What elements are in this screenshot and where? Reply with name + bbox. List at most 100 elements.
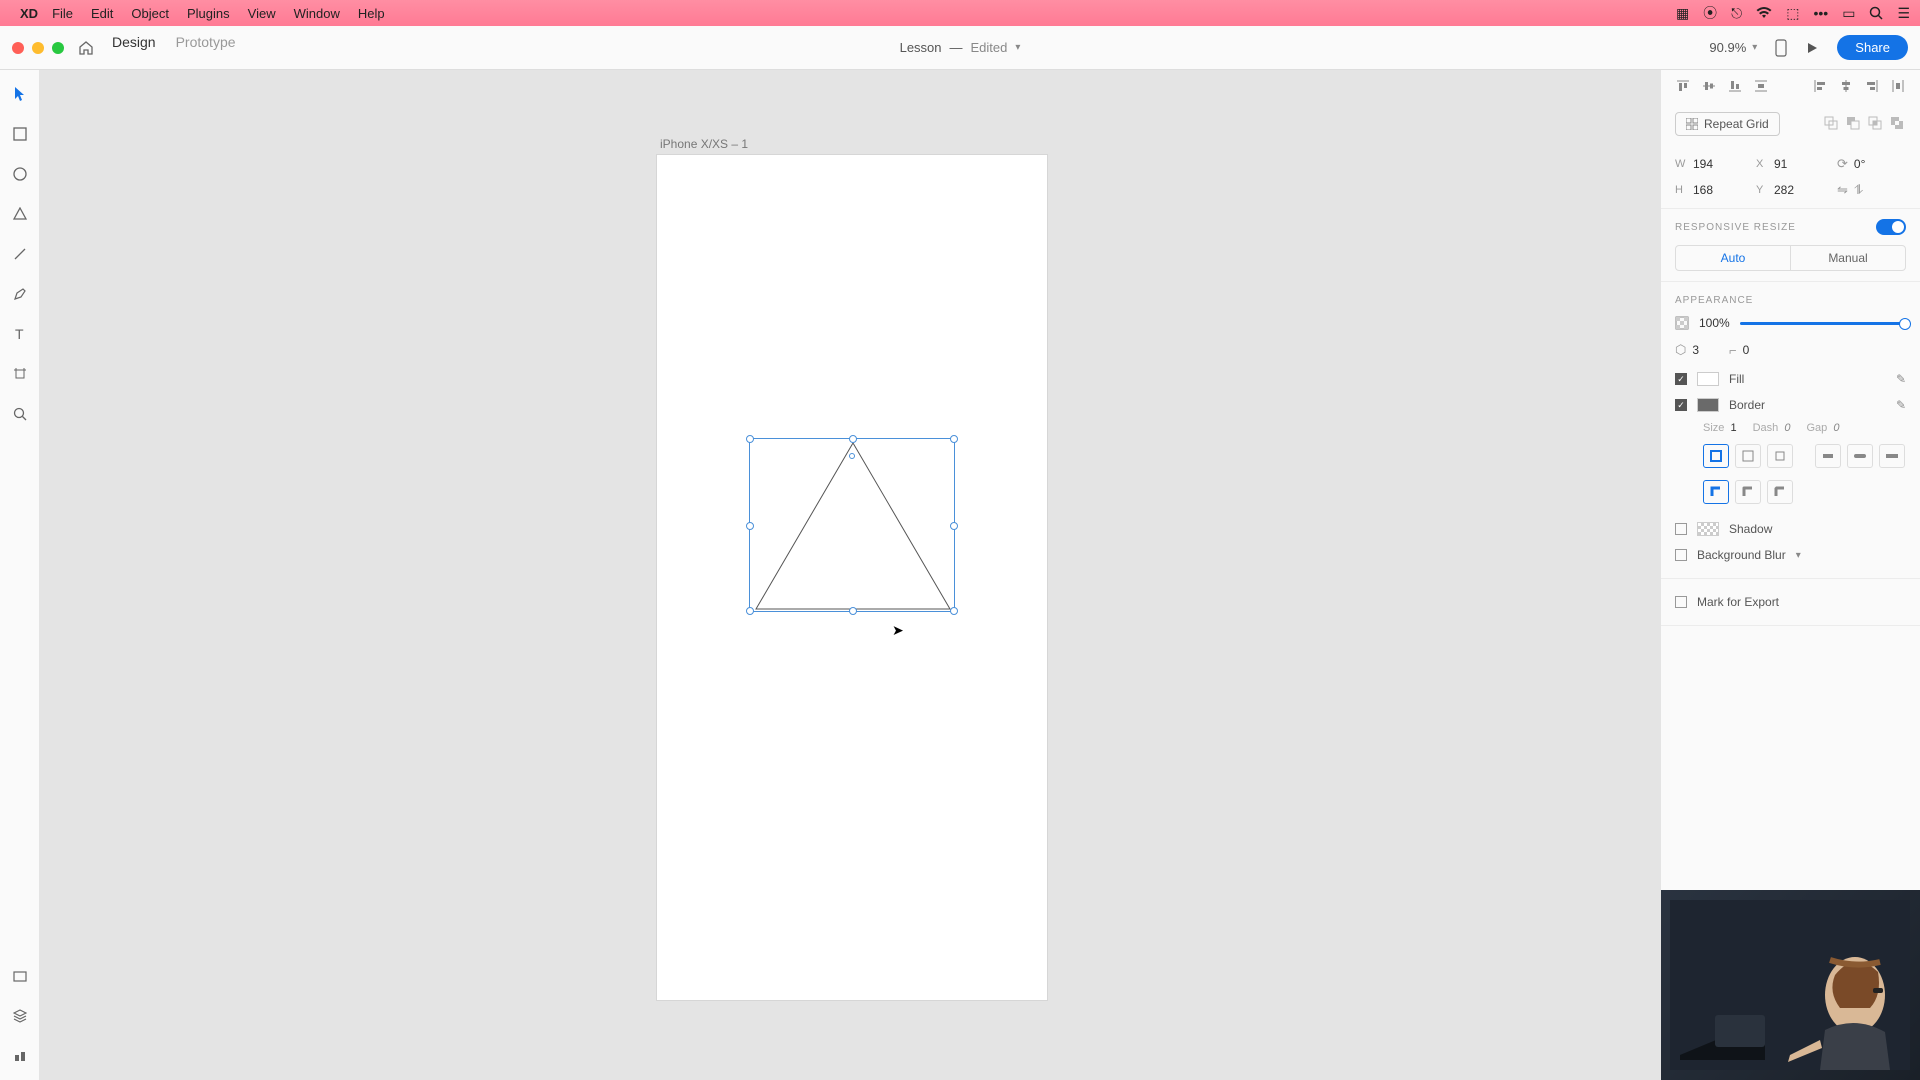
eyedropper-icon[interactable]: ✎ [1896, 398, 1906, 412]
rectangle-tool[interactable] [10, 124, 30, 144]
align-bottom-icon[interactable] [1727, 78, 1743, 94]
zoom-tool[interactable] [10, 404, 30, 424]
menu-file[interactable]: File [52, 6, 73, 21]
menu-icon[interactable]: ☰ [1897, 5, 1910, 22]
export-checkbox[interactable] [1675, 596, 1687, 608]
menu-object[interactable]: Object [131, 6, 169, 21]
boolean-subtract-icon[interactable] [1846, 116, 1862, 132]
repeat-grid-button[interactable]: Repeat Grid [1675, 112, 1780, 136]
fill-checkbox[interactable]: ✓ [1675, 373, 1687, 385]
shadow-swatch[interactable] [1697, 522, 1719, 536]
border-swatch[interactable] [1697, 398, 1719, 412]
status-icon[interactable]: ▦ [1676, 5, 1689, 22]
canvas[interactable]: iPhone X/XS – 1 ➤ [40, 70, 1660, 1080]
flip-h-icon[interactable]: ⇋ [1837, 182, 1848, 198]
cap-square[interactable] [1879, 444, 1905, 468]
responsive-toggle[interactable] [1876, 219, 1906, 235]
text-tool[interactable]: T [10, 324, 30, 344]
boolean-intersect-icon[interactable] [1868, 116, 1884, 132]
plugins-icon[interactable] [10, 1046, 30, 1066]
menu-window[interactable]: Window [294, 6, 340, 21]
height-field[interactable]: H168 [1675, 183, 1744, 197]
select-tool[interactable] [10, 84, 30, 104]
distribute-v-icon[interactable] [1753, 78, 1769, 94]
more-icon[interactable]: ••• [1813, 5, 1828, 21]
record-icon[interactable]: ⦿ [1703, 3, 1717, 23]
minimize-button[interactable] [32, 42, 44, 54]
resize-handle-sw[interactable] [746, 607, 754, 615]
stroke-align-outer[interactable] [1767, 444, 1793, 468]
join-round[interactable] [1735, 480, 1761, 504]
bluetooth-icon[interactable]: ⎋ [1731, 5, 1742, 22]
responsive-manual[interactable]: Manual [1791, 246, 1905, 270]
join-bevel[interactable] [1767, 480, 1793, 504]
device-preview-icon[interactable] [1775, 39, 1787, 57]
polygon-tool[interactable] [10, 204, 30, 224]
stroke-gap[interactable]: 0 [1833, 422, 1839, 434]
flip-v-icon[interactable]: ⥮ [1854, 182, 1863, 198]
corner-radius-field[interactable]: ⌐0 [1729, 342, 1749, 358]
boolean-exclude-icon[interactable] [1890, 116, 1906, 132]
tab-prototype[interactable]: Prototype [176, 34, 236, 62]
home-icon[interactable] [78, 40, 94, 56]
resize-handle-w[interactable] [746, 522, 754, 530]
stroke-align-center[interactable] [1735, 444, 1761, 468]
resize-handle-se[interactable] [950, 607, 958, 615]
boolean-add-icon[interactable] [1824, 116, 1840, 132]
menubar-app-name[interactable]: XD [20, 6, 38, 21]
menu-view[interactable]: View [248, 6, 276, 21]
layers-icon[interactable] [10, 1006, 30, 1026]
share-button[interactable]: Share [1837, 35, 1908, 60]
pen-tool[interactable] [10, 284, 30, 304]
date-icon[interactable]: ▭ [1842, 5, 1855, 22]
stroke-size[interactable]: 1 [1730, 422, 1736, 434]
resize-handle-s[interactable] [849, 607, 857, 615]
resize-handle-ne[interactable] [950, 435, 958, 443]
corner-radius-handle[interactable] [849, 453, 855, 459]
ellipse-tool[interactable] [10, 164, 30, 184]
maximize-button[interactable] [52, 42, 64, 54]
stroke-dash[interactable]: 0 [1784, 422, 1790, 434]
border-checkbox[interactable]: ✓ [1675, 399, 1687, 411]
zoom-control[interactable]: 90.9% ▾ [1709, 40, 1757, 55]
document-title[interactable]: Lesson — Edited ▾ [900, 40, 1021, 55]
artboard[interactable] [657, 155, 1047, 1000]
stroke-align-inner[interactable] [1703, 444, 1729, 468]
responsive-auto[interactable]: Auto [1676, 246, 1791, 270]
close-button[interactable] [12, 42, 24, 54]
eyedropper-icon[interactable]: ✎ [1896, 372, 1906, 386]
assets-icon[interactable] [10, 966, 30, 986]
resize-handle-nw[interactable] [746, 435, 754, 443]
play-icon[interactable] [1805, 41, 1819, 55]
rotation-field[interactable]: ⟳0° [1837, 156, 1906, 172]
align-left-icon[interactable] [1812, 78, 1828, 94]
menu-help[interactable]: Help [358, 6, 385, 21]
triangle-shape[interactable] [750, 439, 956, 613]
align-hcenter-icon[interactable] [1838, 78, 1854, 94]
chevron-down-icon[interactable]: ▾ [1796, 550, 1801, 561]
align-top-icon[interactable] [1675, 78, 1691, 94]
shadow-checkbox[interactable] [1675, 523, 1687, 535]
y-field[interactable]: Y282 [1756, 183, 1825, 197]
wifi-icon[interactable] [1756, 7, 1772, 19]
tab-design[interactable]: Design [112, 34, 156, 75]
resize-handle-n[interactable] [849, 435, 857, 443]
menu-edit[interactable]: Edit [91, 6, 113, 21]
opacity-slider[interactable] [1740, 322, 1906, 325]
search-icon[interactable] [1869, 6, 1883, 20]
cap-round[interactable] [1847, 444, 1873, 468]
resize-handle-e[interactable] [950, 522, 958, 530]
artboard-tool[interactable] [10, 364, 30, 384]
cap-butt[interactable] [1815, 444, 1841, 468]
menu-plugins[interactable]: Plugins [187, 6, 230, 21]
distribute-h-icon[interactable] [1890, 78, 1906, 94]
join-miter[interactable] [1703, 480, 1729, 504]
align-vcenter-icon[interactable] [1701, 78, 1717, 94]
corner-count-field[interactable]: ⬡3 [1675, 342, 1699, 358]
bgblur-checkbox[interactable] [1675, 549, 1687, 561]
width-field[interactable]: W194 [1675, 157, 1744, 171]
selection-bounds[interactable] [749, 438, 955, 612]
align-right-icon[interactable] [1864, 78, 1880, 94]
fill-swatch[interactable] [1697, 372, 1719, 386]
dropbox-icon[interactable]: ⬚ [1786, 5, 1799, 22]
